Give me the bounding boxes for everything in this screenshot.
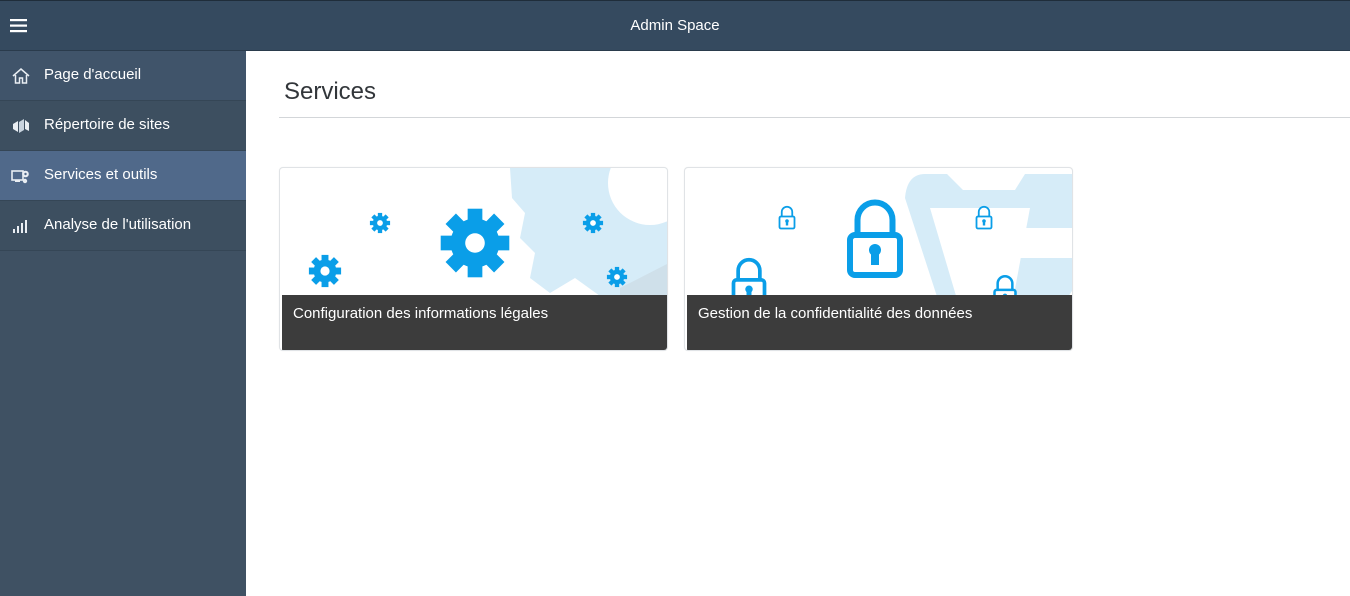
- tile-title: Gestion de la confidentialité des donnée…: [698, 305, 973, 322]
- sidebar-item-label: Page d'accueil: [44, 66, 142, 83]
- sidebar-item-usage-analytics[interactable]: Analyse de l'utilisation: [0, 201, 246, 251]
- sidebar-item-label: Répertoire de sites: [44, 116, 170, 133]
- main-content: Services Configuration des informations …: [246, 51, 1350, 596]
- shell-header: Admin Space: [0, 0, 1350, 51]
- tile-title-bar: Gestion de la confidentialité des donnée…: [687, 295, 1072, 350]
- sidebar-item-services-tools[interactable]: Services et outils: [0, 151, 246, 201]
- sidebar-navigation: Page d'accueil Répertoire de sites Servi…: [0, 51, 246, 596]
- sidebar-item-label: Services et outils: [44, 166, 158, 183]
- title-divider: [279, 117, 1350, 118]
- services-tools-icon: [11, 167, 31, 185]
- site-directory-icon: [11, 117, 31, 135]
- tile-title: Configuration des informations légales: [293, 305, 549, 322]
- home-icon: [11, 67, 31, 85]
- sidebar-item-label: Analyse de l'utilisation: [44, 216, 192, 233]
- tile-data-privacy[interactable]: Gestion de la confidentialité des donnée…: [684, 167, 1073, 351]
- usage-analytics-icon: [11, 217, 31, 235]
- tile-legal-information[interactable]: Configuration des informations légales: [279, 167, 668, 351]
- sidebar-item-home[interactable]: Page d'accueil: [0, 51, 246, 101]
- tile-title-bar: Configuration des informations légales: [282, 295, 667, 350]
- page-title: Services: [284, 78, 377, 105]
- sidebar-item-site-directory[interactable]: Répertoire de sites: [0, 101, 246, 151]
- app-title: Admin Space: [630, 17, 720, 34]
